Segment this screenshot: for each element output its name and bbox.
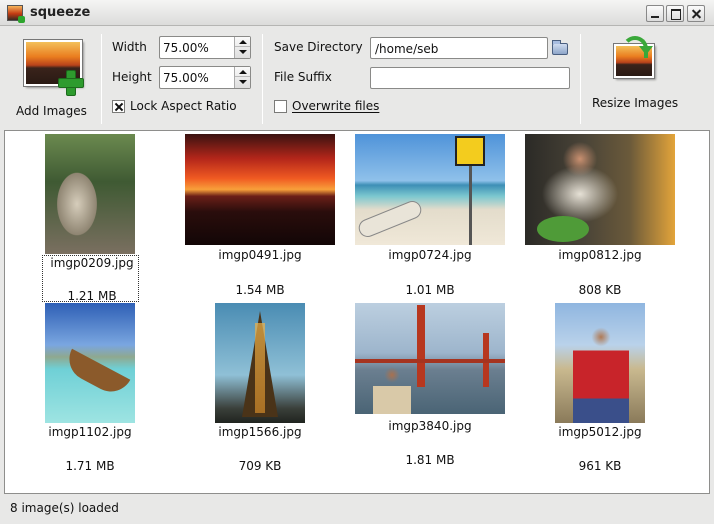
image-size: 709 KB: [238, 459, 282, 473]
salad-bowl: [537, 216, 589, 242]
image-size: 1.54 MB: [235, 283, 285, 297]
image-item[interactable]: imgp0491.jpg 1.54 MB: [175, 131, 345, 301]
boat-hull: [61, 348, 131, 400]
file-suffix-input[interactable]: [375, 71, 545, 86]
lock-aspect-check-mark[interactable]: [112, 100, 125, 113]
minimize-button[interactable]: [646, 5, 664, 22]
width-decrement-button[interactable]: [235, 47, 250, 57]
status-text: 8 image(s) loaded: [10, 501, 119, 515]
window-title: squeeze: [30, 5, 91, 20]
image-item[interactable]: imgp1102.jpg 1.71 MB: [5, 303, 175, 473]
image-size: 808 KB: [578, 283, 622, 297]
golden-gate-bridge-photo: [355, 303, 505, 414]
width-spin-arrows: [234, 37, 250, 58]
image-item[interactable]: imgp0209.jpg 1.21 MB: [5, 131, 175, 303]
image-name: imgp0491.jpg: [218, 248, 302, 262]
stone-face-statue-photo: [45, 134, 135, 254]
file-suffix-label: File Suffix: [274, 70, 332, 84]
image-name: imgp1566.jpg: [218, 425, 302, 439]
image-item[interactable]: imgp5012.jpg 961 KB: [515, 303, 685, 473]
toolbar-separator: [262, 34, 263, 124]
width-input[interactable]: [163, 40, 233, 56]
eiffel-tower-photo: [215, 303, 305, 423]
image-item[interactable]: imgp0812.jpg 808 KB: [515, 131, 685, 301]
resize-images-button[interactable]: Resize Images: [588, 32, 688, 124]
longtail-boat-photo: [45, 303, 135, 423]
resize-arrow-icon: [622, 36, 653, 58]
beach-sign-photo: [355, 134, 505, 245]
dinner-table-photo: [525, 134, 675, 245]
maximize-button[interactable]: [666, 5, 684, 22]
save-directory-label: Save Directory: [274, 40, 363, 54]
add-images-label: Add Images: [16, 104, 87, 118]
image-name: imgp0724.jpg: [388, 248, 472, 262]
toolbar-separator: [101, 34, 102, 124]
tower-lights: [255, 323, 265, 413]
resize-images-label: Resize Images: [592, 96, 679, 110]
close-button[interactable]: [687, 5, 705, 22]
save-directory-input[interactable]: [375, 41, 545, 56]
app-icon: [7, 5, 25, 23]
folder-browse-icon[interactable]: [552, 40, 568, 55]
status-bar: 8 image(s) loaded: [0, 496, 714, 524]
sunset-sea-photo: [185, 134, 335, 245]
image-name: imgp0812.jpg: [558, 248, 642, 262]
bridge-tower-left: [417, 305, 425, 387]
height-label: Height: [112, 70, 152, 84]
toolbar-separator: [580, 34, 581, 124]
overwrite-files-checkbox[interactable]: Overwrite files: [274, 99, 394, 117]
file-suffix-field[interactable]: [370, 67, 570, 89]
add-images-button[interactable]: Add Images: [8, 32, 100, 124]
person-sitting: [373, 367, 411, 414]
image-name: imgp3840.jpg: [388, 419, 472, 433]
image-size: 961 KB: [578, 459, 622, 473]
image-name: imgp1102.jpg: [48, 425, 132, 439]
image-name: imgp0209.jpg: [50, 256, 134, 270]
image-name: imgp5012.jpg: [558, 425, 642, 439]
bridge-deck: [355, 359, 505, 363]
surfboard: [356, 198, 424, 240]
toolbar: Add Images Width Height Lock Aspect Rati…: [0, 26, 714, 130]
lock-aspect-ratio-label: Lock Aspect Ratio: [130, 99, 237, 113]
lock-aspect-ratio-checkbox[interactable]: Lock Aspect Ratio: [112, 99, 252, 117]
add-icon: [58, 70, 84, 96]
image-item[interactable]: imgp3840.jpg 1.81 MB: [345, 303, 515, 473]
image-item[interactable]: imgp1566.jpg 709 KB: [175, 303, 345, 473]
sign-pole: [469, 166, 472, 245]
height-decrement-button[interactable]: [235, 77, 250, 87]
image-size: 1.81 MB: [405, 453, 455, 467]
person-figure: [573, 325, 629, 423]
image-item[interactable]: imgp0724.jpg 1.01 MB: [345, 131, 515, 301]
overwrite-files-label: Overwrite files: [292, 99, 380, 113]
image-grid[interactable]: imgp0209.jpg 1.21 MB imgp0491.jpg 1.54 M…: [4, 130, 710, 494]
warning-sign: [455, 136, 485, 166]
image-size: 1.01 MB: [405, 283, 455, 297]
width-label: Width: [112, 40, 147, 54]
overwrite-check-mark[interactable]: [274, 100, 287, 113]
man-red-jacket-photo: [555, 303, 645, 423]
width-spinbox[interactable]: [159, 36, 251, 59]
height-spinbox[interactable]: [159, 66, 251, 89]
height-spin-arrows: [234, 67, 250, 88]
image-size: 1.21 MB: [67, 289, 117, 303]
width-increment-button[interactable]: [235, 37, 250, 47]
image-size: 1.71 MB: [65, 459, 115, 473]
height-increment-button[interactable]: [235, 67, 250, 77]
height-input[interactable]: [163, 70, 233, 86]
title-bar[interactable]: squeeze: [0, 0, 714, 26]
save-directory-field[interactable]: [370, 37, 548, 59]
